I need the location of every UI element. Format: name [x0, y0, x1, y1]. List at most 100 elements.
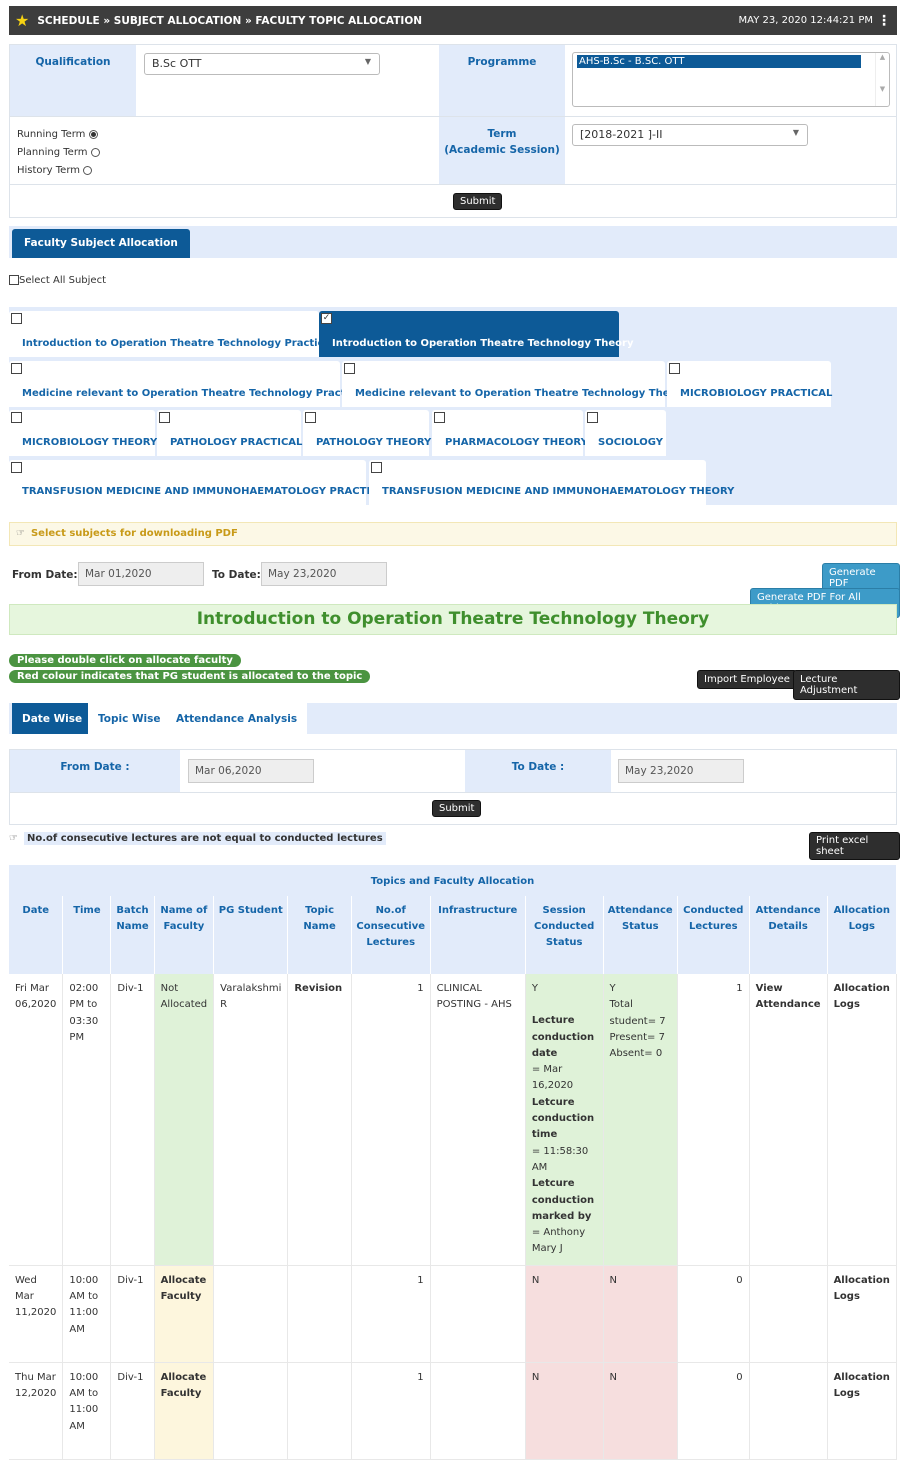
select-all-checkbox[interactable]: Select All Subject — [9, 275, 106, 286]
cell-attendance-details — [749, 1362, 828, 1460]
cell-session-status: Y Lecture conduction date = Mar 16,2020 L… — [525, 974, 604, 1266]
checkbox[interactable] — [434, 412, 445, 423]
cell-attendance-status: N — [603, 1265, 678, 1363]
programme-label: Programme — [439, 45, 565, 116]
checkbox[interactable] — [587, 412, 598, 423]
subject-item[interactable]: Medicine relevant to Operation Theatre T… — [342, 361, 688, 407]
checkbox[interactable] — [159, 412, 170, 423]
cell-faculty[interactable]: Not Allocated — [154, 974, 215, 1266]
checkbox[interactable] — [305, 412, 316, 423]
pdf-note: ☞ Select subjects for downloading PDF — [9, 522, 897, 546]
to-date-label: To Date: — [212, 569, 261, 581]
to-date-input[interactable]: May 23,2020 — [261, 562, 387, 586]
checkbox[interactable] — [344, 363, 355, 374]
cell-batch: Div-1 — [110, 974, 155, 1266]
tab-attendance-analysis[interactable]: Attendance Analysis — [166, 703, 308, 734]
cell-consecutive: 1 — [351, 1265, 431, 1363]
subject-item[interactable]: SOCIOLOGY — [585, 410, 666, 456]
fsa-tabbar: Faculty Subject Allocation — [9, 226, 897, 258]
header-datetime: MAY 23, 2020 12:44:21 PM — [738, 15, 873, 26]
chevron-down-icon: ▼ — [364, 57, 371, 66]
allocation-logs-link[interactable]: Allocation Logs — [827, 1362, 898, 1460]
cell-date: Wed Mar 11,2020 — [9, 1265, 64, 1363]
col-header: Infrastructure — [430, 896, 526, 974]
subject-item[interactable]: TRANSFUSION MEDICINE AND IMMUNOHAEMATOLO… — [9, 460, 392, 505]
col-header: Session Conducted Status — [525, 896, 604, 974]
checkbox[interactable] — [11, 462, 22, 473]
programme-option[interactable]: AHS-B.Sc - B.SC. OTT — [577, 55, 861, 68]
subject-list: Introduction to Operation Theatre Techno… — [9, 307, 897, 505]
view-attendance-link[interactable]: View Attendance — [749, 974, 828, 1266]
col-header: Time — [62, 896, 112, 974]
programme-listbox[interactable]: AHS-B.Sc - B.SC. OTT ▲ ▼ — [572, 52, 890, 107]
cell-batch: Div-1 — [110, 1362, 155, 1460]
range-to-input[interactable]: May 23,2020 — [618, 759, 744, 783]
cell-batch: Div-1 — [110, 1265, 155, 1363]
col-header: Batch Name — [110, 896, 155, 974]
print-excel-button[interactable]: Print excel sheet — [809, 832, 900, 860]
allocate-faculty-link[interactable]: Allocate Faculty — [154, 1362, 215, 1460]
tab-topic-wise[interactable]: Topic Wise — [88, 703, 171, 734]
allocation-logs-link[interactable]: Allocation Logs — [827, 974, 898, 1266]
more-menu-icon[interactable]: ⋮ — [877, 13, 891, 29]
checkbox[interactable] — [11, 313, 22, 324]
warning-note: ☞ No.of consecutive lectures are not equa… — [9, 832, 386, 845]
col-header: PG Student — [213, 896, 289, 974]
cell-session-status: N — [525, 1362, 604, 1460]
checkbox[interactable] — [11, 363, 22, 374]
tab-date-wise[interactable]: Date Wise — [12, 703, 93, 734]
subject-item[interactable]: PHARMACOLOGY THEORY — [432, 410, 588, 456]
range-to-label: To Date : — [465, 750, 611, 792]
info-pill-double-click: Please double click on allocate faculty — [9, 654, 241, 667]
lecture-adjustment-button[interactable]: Lecture Adjustment — [793, 670, 900, 700]
subject-item[interactable]: MICROBIOLOGY THEORY — [9, 410, 157, 456]
qualification-label: Qualification — [10, 45, 136, 116]
subject-item[interactable]: PATHOLOGY THEORY — [303, 410, 431, 456]
subject-item[interactable]: MICROBIOLOGY PRACTICAL — [667, 361, 832, 407]
planning-term-radio[interactable]: Planning Term — [17, 144, 100, 162]
qualification-select[interactable]: B.Sc OTT ▼ — [144, 53, 380, 75]
allocation-logs-link[interactable]: Allocation Logs — [827, 1265, 898, 1363]
running-term-radio[interactable]: Running Term — [17, 126, 100, 144]
filter-panel: Qualification B.Sc OTT ▼ Programme AHS-B.… — [9, 44, 897, 218]
subject-item[interactable]: Medicine relevant to Operation Theatre T… — [9, 361, 365, 407]
tab-faculty-subject-allocation[interactable]: Faculty Subject Allocation — [12, 229, 190, 258]
table-row: Fri Mar 06,2020 02:00 PM to 03:30 PM Div… — [9, 974, 898, 1266]
checkbox-checked[interactable]: ✓ — [321, 313, 332, 324]
subject-item[interactable]: PATHOLOGY PRACTICAL — [157, 410, 302, 456]
from-date-label: From Date: — [12, 569, 78, 581]
chevron-down-icon: ▼ — [792, 128, 799, 137]
cell-topic: Revision — [287, 974, 352, 1266]
subject-item[interactable]: Introduction to Operation Theatre Techno… — [9, 311, 334, 357]
checkbox[interactable] — [669, 363, 680, 374]
history-term-radio[interactable]: History Term — [17, 162, 100, 180]
date-range-panel: From Date : Mar 06,2020 To Date : May 23… — [9, 749, 897, 825]
cell-topic — [287, 1362, 352, 1460]
filter-submit-button[interactable]: Submit — [453, 193, 503, 210]
checkbox[interactable] — [371, 462, 382, 473]
checkbox[interactable] — [11, 412, 22, 423]
listbox-scrollbar[interactable]: ▲ ▼ — [875, 53, 889, 106]
from-date-input[interactable]: Mar 01,2020 — [78, 562, 204, 586]
import-employee-button[interactable]: Import Employee — [697, 670, 797, 689]
cell-session-status: N — [525, 1265, 604, 1363]
cell-pg-student: Varalakshmi R — [213, 974, 289, 1266]
col-header: Attendance Details — [749, 896, 828, 974]
table-row: Thu Mar 12,2020 10:00 AM to 11:00 AM Div… — [9, 1362, 898, 1460]
col-header: Date — [9, 896, 64, 974]
qualification-value: B.Sc OTT — [152, 57, 202, 70]
range-submit-button[interactable]: Submit — [432, 800, 482, 817]
cell-infrastructure: CLINICAL POSTING - AHS — [430, 974, 526, 1266]
term-select[interactable]: [2018-2021 ]-II ▼ — [572, 124, 808, 146]
cell-date: Thu Mar 12,2020 — [9, 1362, 64, 1460]
cell-date: Fri Mar 06,2020 — [9, 974, 64, 1266]
cell-pg-student — [213, 1265, 289, 1363]
range-from-input[interactable]: Mar 06,2020 — [188, 759, 314, 783]
breadcrumb: SCHEDULE » SUBJECT ALLOCATION » FACULTY … — [37, 14, 423, 27]
cell-consecutive: 1 — [351, 974, 431, 1266]
allocate-faculty-link[interactable]: Allocate Faculty — [154, 1265, 215, 1363]
star-icon[interactable]: ★ — [15, 11, 29, 30]
subject-item-active[interactable]: ✓ Introduction to Operation Theatre Techn… — [319, 311, 634, 357]
cell-time: 02:00 PM to 03:30 PM — [62, 974, 112, 1266]
subject-item[interactable]: TRANSFUSION MEDICINE AND IMMUNOHAEMATOLO… — [369, 460, 734, 505]
